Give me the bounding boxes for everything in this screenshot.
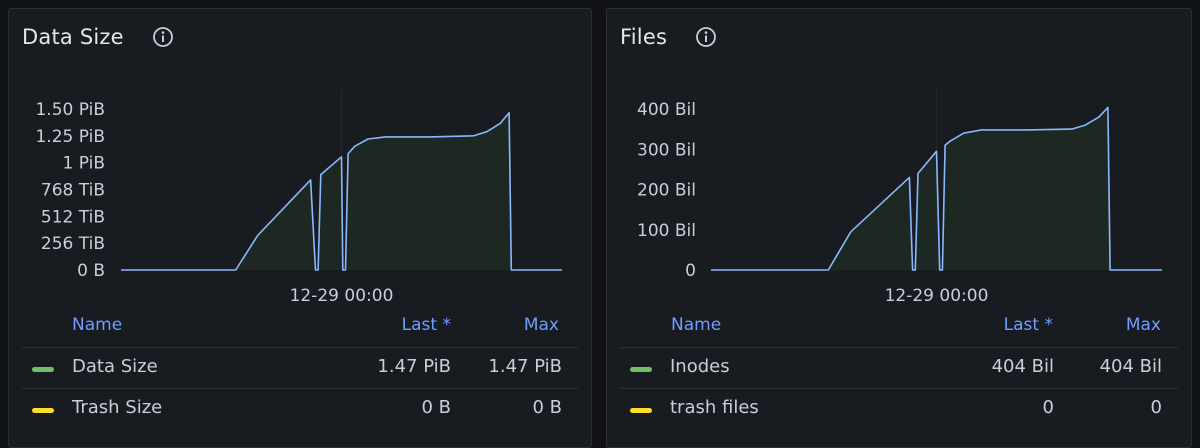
series-max-value: 0 B <box>532 397 562 418</box>
series-name[interactable]: Data Size <box>72 356 158 377</box>
legend-header-max[interactable]: Max <box>524 315 559 345</box>
legend-header-name[interactable]: Name <box>671 315 721 345</box>
series-last-value: 0 <box>1042 397 1054 418</box>
files-panel: Files 400 Bil 300 Bil 200 Bil 100 Bil 0 12-29… <box>606 8 1192 448</box>
series-name[interactable]: Trash Size <box>72 397 162 418</box>
legend-row[interactable]: Data Size 1.47 PiB 1.47 PiB <box>22 347 578 388</box>
legend-header-max[interactable]: Max <box>1126 315 1161 345</box>
files-chart[interactable]: 400 Bil 300 Bil 200 Bil 100 Bil 0 12-29 00:00 <box>607 9 1193 309</box>
y-tick-label: 100 Bil <box>637 221 696 241</box>
y-tick-label: 400 Bil <box>637 100 696 120</box>
series-name[interactable]: Inodes <box>670 356 730 377</box>
y-tick-label: 0 B <box>77 261 105 281</box>
series-max-value: 1.47 PiB <box>488 356 562 377</box>
y-tick-label: 0 <box>685 261 696 281</box>
y-tick-label: 512 TiB <box>41 207 105 227</box>
y-tick-label: 768 TiB <box>41 181 105 201</box>
y-tick-label: 256 TiB <box>41 234 105 254</box>
y-tick-label: 300 Bil <box>637 140 696 160</box>
y-tick-label: 1 PiB <box>63 154 105 174</box>
x-tick-label: 12-29 00:00 <box>885 286 989 306</box>
y-tick-label: 1.50 PiB <box>35 100 105 120</box>
series-max-value: 404 Bil <box>1099 356 1162 377</box>
legend-header-last[interactable]: Last * <box>1004 315 1053 345</box>
series-name[interactable]: trash files <box>670 397 759 418</box>
series-last-value: 0 B <box>421 397 451 418</box>
data-size-chart[interactable]: 1.50 PiB 1.25 PiB 1 PiB 768 TiB 512 TiB 256 T… <box>9 9 593 309</box>
series-color-swatch[interactable] <box>630 408 652 413</box>
x-tick-label: 12-29 00:00 <box>290 286 394 306</box>
legend-row[interactable]: Trash Size 0 B 0 B <box>22 388 578 429</box>
y-tick-label: 1.25 PiB <box>35 127 105 147</box>
series-last-value: 1.47 PiB <box>377 356 451 377</box>
series-color-swatch[interactable] <box>32 367 54 372</box>
legend-header-name[interactable]: Name <box>72 315 122 345</box>
series-color-swatch[interactable] <box>630 367 652 372</box>
legend-header-last[interactable]: Last * <box>402 315 451 345</box>
series-last-value: 404 Bil <box>991 356 1054 377</box>
series-max-value: 0 <box>1150 397 1162 418</box>
data-size-panel: Data Size 1.50 PiB 1.25 PiB 1 PiB 768 TiB 51… <box>8 8 592 448</box>
legend-row[interactable]: trash files 0 0 <box>620 388 1178 429</box>
series-color-swatch[interactable] <box>32 408 54 413</box>
y-tick-label: 200 Bil <box>637 181 696 201</box>
legend-row[interactable]: Inodes 404 Bil 404 Bil <box>620 347 1178 388</box>
